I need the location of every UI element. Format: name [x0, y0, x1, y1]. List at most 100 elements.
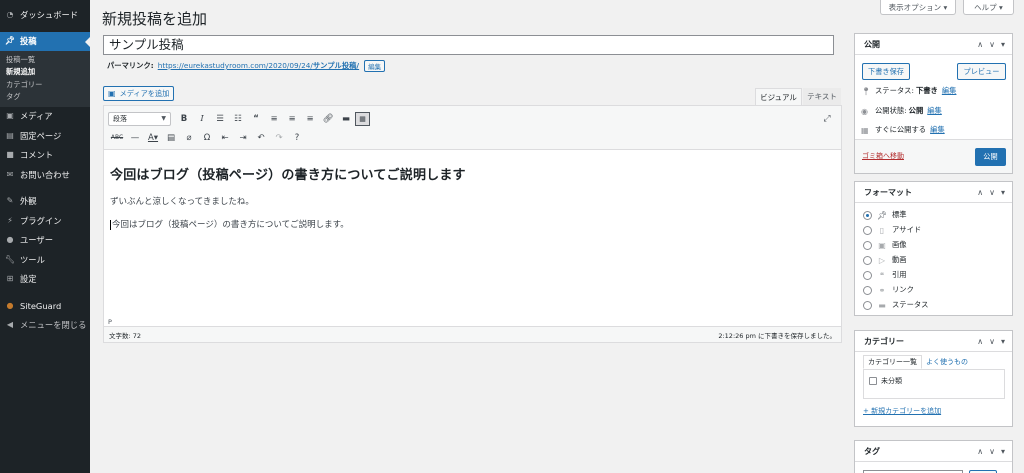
format-box-title: フォーマット	[864, 187, 912, 197]
read-more-icon[interactable]: ▬	[337, 110, 355, 127]
submenu-categories[interactable]: カテゴリー	[0, 79, 90, 92]
format-option-label: リンク	[892, 285, 914, 294]
bold-icon[interactable]: B	[175, 110, 193, 127]
status-row: 📍︎ ステータス: 下書き 編集	[861, 86, 956, 96]
category-checkbox[interactable]	[869, 377, 877, 385]
sidebar-collapse-menu[interactable]: ◀ メニューを閉じる	[0, 316, 90, 336]
sidebar-item-users[interactable]: ● ユーザー	[0, 231, 90, 251]
sidebar-item-settings[interactable]: ⊞ 設定	[0, 270, 90, 290]
tab-visual[interactable]: ビジュアル	[755, 88, 802, 105]
align-right-icon[interactable]: ≡	[301, 110, 319, 127]
status-edit-link[interactable]: 編集	[942, 86, 957, 96]
sidebar-item-plugins[interactable]: ⚡︎ プラグイン	[0, 211, 90, 231]
horizontal-line-icon[interactable]: —	[126, 129, 144, 146]
blockquote-icon[interactable]: “	[247, 110, 265, 127]
tab-text[interactable]: テキスト	[803, 88, 841, 105]
sidebar-item-siteguard[interactable]: ● SiteGuard	[0, 296, 90, 316]
tab-most-used[interactable]: よく使うもの	[922, 355, 972, 369]
editor-content[interactable]: 今回はブログ（投稿ページ）の書き方についてご説明します ずいぶんと涼しくなってき…	[104, 150, 841, 320]
clear-format-icon[interactable]: ⌀	[180, 129, 198, 146]
help-icon[interactable]: ?	[288, 129, 306, 146]
move-up-icon[interactable]: ∧	[977, 337, 983, 346]
align-center-icon[interactable]: ≡	[283, 110, 301, 127]
sidebar-item-posts[interactable]: 📌︎ 投稿	[0, 31, 90, 51]
sidebar-item-media[interactable]: ▣ メディア	[0, 107, 90, 127]
radio-button[interactable]	[863, 270, 872, 280]
move-down-icon[interactable]: ∨	[989, 188, 995, 197]
format-option-standard[interactable]: 📌︎ 標準	[863, 209, 907, 221]
submenu-tags[interactable]: タグ	[0, 91, 90, 104]
content-paragraph-cursor: 今回はブログ（投稿ページ）の書き方についてご説明します。	[110, 218, 835, 230]
undo-icon[interactable]: ↶	[252, 129, 270, 146]
link-icon[interactable]: 🔗︎	[319, 110, 337, 127]
sidebar-item-tools[interactable]: 🔧︎ ツール	[0, 250, 90, 270]
tab-all-categories[interactable]: カテゴリー一覧	[863, 355, 922, 369]
format-option-link[interactable]: ⚭ リンク	[863, 284, 914, 296]
permalink-link[interactable]: https://eurekastudyroom.com/2020/09/24/サ…	[158, 61, 359, 71]
radio-button[interactable]	[863, 210, 872, 220]
outdent-icon[interactable]: ⇤	[216, 129, 234, 146]
move-down-icon[interactable]: ∨	[989, 447, 995, 456]
radio-button[interactable]	[863, 300, 872, 310]
sidebar-item-dashboard[interactable]: ◔ ダッシュボード	[0, 5, 90, 25]
paste-text-icon[interactable]: ▤	[162, 129, 180, 146]
format-option-quote[interactable]: ❝ 引用	[863, 269, 907, 281]
sidebar-item-contact[interactable]: ✉ お問い合わせ	[0, 165, 90, 185]
submenu-add-new[interactable]: 新規追加	[0, 66, 90, 79]
italic-icon[interactable]: I	[193, 110, 211, 127]
submenu-all-posts[interactable]: 投稿一覧	[0, 54, 90, 67]
toggle-icon[interactable]: ▾	[1001, 188, 1005, 197]
sidebar-item-appearance[interactable]: ✎ 外観	[0, 192, 90, 212]
settings-icon: ⊞	[6, 274, 14, 284]
radio-button[interactable]	[863, 225, 872, 235]
radio-button[interactable]	[863, 240, 872, 250]
preview-button[interactable]: プレビュー	[957, 63, 1006, 80]
format-select-value: 段落	[113, 114, 127, 123]
move-up-icon[interactable]: ∧	[977, 40, 983, 49]
permalink-edit-button[interactable]: 編集	[364, 60, 386, 72]
numbered-list-icon[interactable]: ☷	[229, 110, 247, 127]
publish-box-title: 公開	[864, 39, 880, 49]
toolbar-toggle-icon[interactable]: ▦	[355, 111, 370, 126]
redo-icon[interactable]: ↷	[270, 129, 288, 146]
toggle-icon[interactable]: ▾	[1001, 447, 1005, 456]
publish-button[interactable]: 公開	[975, 148, 1006, 166]
help-button[interactable]: ヘルプ ▾	[963, 0, 1014, 15]
format-option-image[interactable]: ▣ 画像	[863, 239, 907, 251]
sidebar-item-pages[interactable]: ▤ 固定ページ	[0, 126, 90, 146]
text-color-icon[interactable]: A▾	[144, 129, 162, 146]
format-select[interactable]: 段落 ▼	[108, 111, 171, 126]
move-to-trash-link[interactable]: ゴミ箱へ移動	[862, 151, 904, 161]
add-media-button[interactable]: ▣ メディアを追加	[103, 86, 175, 101]
special-char-icon[interactable]: Ω	[198, 129, 216, 146]
move-up-icon[interactable]: ∧	[977, 447, 983, 456]
toggle-icon[interactable]: ▾	[1001, 40, 1005, 49]
visibility-edit-link[interactable]: 編集	[927, 106, 942, 116]
bullet-list-icon[interactable]: ☰	[211, 110, 229, 127]
align-left-icon[interactable]: ≡	[265, 110, 283, 127]
radio-button[interactable]	[863, 255, 872, 265]
toggle-icon[interactable]: ▾	[1001, 337, 1005, 346]
pin-icon: 📌︎	[877, 210, 888, 220]
indent-icon[interactable]: ⇥	[234, 129, 252, 146]
element-path: P	[108, 318, 112, 326]
format-option-video[interactable]: ▷ 動画	[863, 254, 907, 266]
move-down-icon[interactable]: ∨	[989, 40, 995, 49]
radio-button[interactable]	[863, 285, 872, 295]
screen-options-button[interactable]: 表示オプション ▾	[880, 0, 956, 15]
move-up-icon[interactable]: ∧	[977, 188, 983, 197]
pin-icon: 📍︎	[861, 86, 872, 96]
save-draft-button[interactable]: 下書き保存	[862, 63, 910, 80]
move-down-icon[interactable]: ∨	[989, 337, 995, 346]
category-box: カテゴリー ∧ ∨ ▾ カテゴリー一覧 よく使うもの 未分類 + 新規カテゴリーを追…	[854, 330, 1013, 427]
fullscreen-icon[interactable]: ⤢	[819, 111, 835, 127]
sidebar-item-comments[interactable]: ■ コメント	[0, 146, 90, 166]
post-title-input[interactable]: サンプル投稿	[103, 35, 834, 55]
strikethrough-icon[interactable]: ABC	[108, 129, 126, 146]
format-option-status[interactable]: ▬ ステータス	[863, 299, 928, 311]
format-box: フォーマット ∧ ∨ ▾ 📌︎ 標準 ▯ アサイド ▣ 画像 ▷ 動画 ❝ 引用 ⚭ リンク ▬…	[854, 181, 1013, 316]
format-option-aside[interactable]: ▯ アサイド	[863, 224, 921, 236]
schedule-edit-link[interactable]: 編集	[930, 125, 945, 135]
add-category-link[interactable]: + 新規カテゴリーを追加	[863, 406, 941, 416]
category-item[interactable]: 未分類	[869, 374, 999, 388]
